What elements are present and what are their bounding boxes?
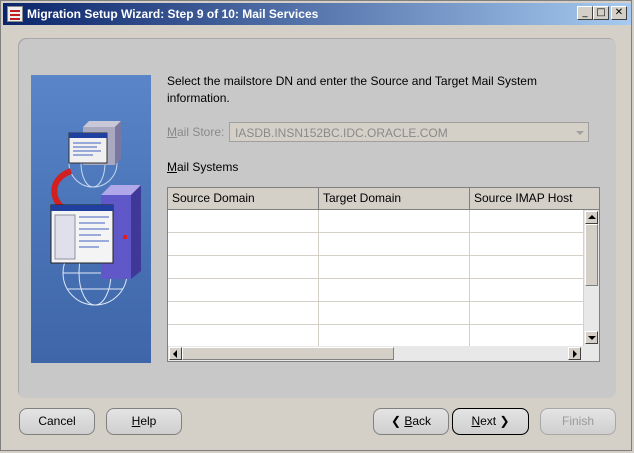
instruction-line-1: Select the mailstore DN and enter the So… xyxy=(167,74,537,88)
table-row[interactable] xyxy=(168,325,584,348)
table-cell[interactable] xyxy=(470,256,584,278)
table-header: Source Domain Target Domain Source IMAP … xyxy=(168,188,599,210)
column-header-source-imap-host[interactable]: Source IMAP Host xyxy=(470,188,599,209)
table-cell[interactable] xyxy=(470,302,584,324)
app-icon[interactable] xyxy=(7,6,23,22)
horizontal-scroll-thumb[interactable] xyxy=(182,347,394,360)
table-cell[interactable] xyxy=(470,279,584,301)
minimize-button[interactable]: _ xyxy=(577,6,593,20)
scroll-left-button[interactable] xyxy=(169,347,182,360)
table-cell[interactable] xyxy=(168,233,319,255)
column-header-target-domain[interactable]: Target Domain xyxy=(319,188,470,209)
table-row[interactable] xyxy=(168,302,584,325)
instruction-text: Select the mailstore DN and enter the So… xyxy=(167,73,587,107)
vertical-scrollbar[interactable] xyxy=(584,210,599,346)
table-cell[interactable] xyxy=(470,325,584,347)
window-title: Migration Setup Wizard: Step 9 of 10: Ma… xyxy=(27,7,319,21)
mail-store-combobox[interactable]: IASDB.INSN152BC.IDC.ORACLE.COM xyxy=(229,122,589,142)
table-cell[interactable] xyxy=(168,302,319,324)
close-button[interactable]: ✕ xyxy=(611,6,627,20)
table-cell[interactable] xyxy=(319,210,470,232)
mail-store-label: Mail Store: xyxy=(167,125,225,139)
arrow-up-icon xyxy=(588,215,596,219)
table-cell[interactable] xyxy=(319,256,470,278)
finish-button[interactable]: Finish xyxy=(540,408,616,435)
mail-systems-table[interactable]: Source Domain Target Domain Source IMAP … xyxy=(167,187,600,362)
table-cell[interactable] xyxy=(168,279,319,301)
title-bar[interactable]: Migration Setup Wizard: Step 9 of 10: Ma… xyxy=(3,3,631,25)
table-row[interactable] xyxy=(168,279,584,302)
mail-systems-label: Mail Systems xyxy=(167,160,239,174)
mail-store-value: IASDB.INSN152BC.IDC.ORACLE.COM xyxy=(235,126,448,140)
help-button[interactable]: Help xyxy=(106,408,182,435)
vertical-scroll-thumb[interactable] xyxy=(585,224,598,286)
arrow-down-icon xyxy=(588,336,596,340)
table-cell[interactable] xyxy=(319,302,470,324)
chevron-left-icon: ❮ xyxy=(390,414,405,428)
table-cell[interactable] xyxy=(168,256,319,278)
scroll-up-button[interactable] xyxy=(585,211,598,224)
column-header-source-domain[interactable]: Source Domain xyxy=(168,188,319,209)
horizontal-scrollbar[interactable] xyxy=(168,346,599,361)
wizard-illustration xyxy=(31,75,151,363)
table-cell[interactable] xyxy=(168,325,319,347)
wizard-window: Migration Setup Wizard: Step 9 of 10: Ma… xyxy=(0,0,632,451)
cancel-button[interactable]: Cancel xyxy=(19,408,95,435)
arrow-left-icon xyxy=(173,350,177,358)
table-row[interactable] xyxy=(168,233,584,256)
table-cell[interactable] xyxy=(168,210,319,232)
table-cell[interactable] xyxy=(319,279,470,301)
table-cell[interactable] xyxy=(319,325,470,347)
table-cell[interactable] xyxy=(470,233,584,255)
migration-illustration-icon xyxy=(50,121,141,306)
back-button[interactable]: ❮ Back xyxy=(373,408,449,435)
instruction-line-2: information. xyxy=(167,91,230,105)
scroll-down-button[interactable] xyxy=(585,331,598,344)
scroll-right-button[interactable] xyxy=(568,347,581,360)
table-cell[interactable] xyxy=(470,210,584,232)
table-row[interactable] xyxy=(168,210,584,233)
chevron-right-icon: ❯ xyxy=(496,414,510,428)
next-button[interactable]: Next ❯ xyxy=(452,408,529,435)
table-row[interactable] xyxy=(168,256,584,279)
arrow-right-icon xyxy=(573,350,577,358)
chevron-down-icon[interactable] xyxy=(576,131,584,135)
table-cell[interactable] xyxy=(319,233,470,255)
maximize-button[interactable]: □ xyxy=(593,6,609,20)
